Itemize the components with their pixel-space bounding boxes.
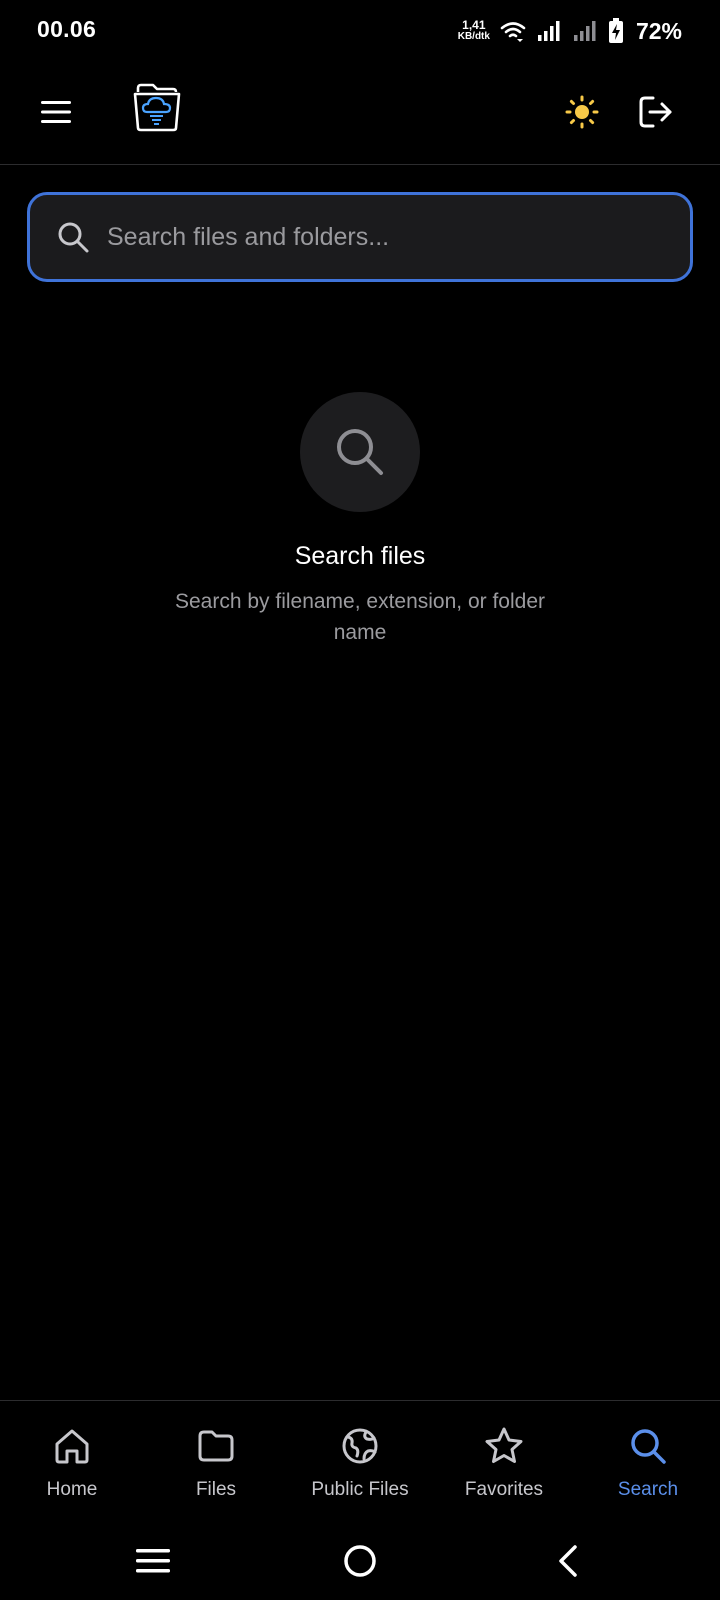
- home-system-button[interactable]: [335, 1536, 385, 1586]
- cloud-folder-logo: [133, 83, 181, 132]
- wifi-icon: [500, 22, 526, 42]
- home-icon: [55, 1429, 89, 1464]
- sun-icon: [565, 95, 599, 129]
- recents-button[interactable]: [128, 1536, 178, 1586]
- nav-label-search: Search: [617, 1479, 679, 1500]
- menu-button[interactable]: [34, 90, 78, 134]
- empty-state-subtitle: Search by filename, extension, or folder…: [174, 590, 546, 644]
- search-input[interactable]: [107, 207, 670, 267]
- menu-icon: [41, 101, 71, 123]
- signal-2-icon: [573, 21, 596, 41]
- app-bar: [0, 64, 720, 165]
- empty-state-title: Search files: [294, 542, 426, 570]
- nav-item-favorites[interactable]: Favorites: [432, 1401, 576, 1524]
- battery-charging-icon: [608, 18, 623, 43]
- network-speed: 1,41 KB/dtk: [457, 18, 490, 42]
- home-circle-icon: [344, 1545, 376, 1577]
- signal-icon: [537, 21, 560, 41]
- nav-label-files: Files: [195, 1479, 237, 1500]
- system-navigation-bar: [0, 1524, 720, 1600]
- nav-item-public-files[interactable]: Public Files: [288, 1401, 432, 1524]
- nav-label-public-files: Public Files: [311, 1479, 409, 1500]
- logout-icon: [639, 96, 672, 128]
- network-speed-value: 1,41: [462, 18, 486, 32]
- nav-item-files[interactable]: Files: [144, 1401, 288, 1524]
- search-icon: [631, 1429, 666, 1464]
- network-speed-unit: KB/dtk: [457, 31, 490, 42]
- back-icon: [559, 1545, 577, 1577]
- theme-toggle-button[interactable]: [560, 90, 604, 134]
- status-icons: 1,41 KB/dtk 72%: [458, 14, 682, 48]
- search-bar: [27, 192, 693, 282]
- logout-button[interactable]: [634, 90, 678, 134]
- search-icon: [337, 429, 383, 475]
- empty-state-icon-circle: [300, 392, 420, 512]
- nav-label-favorites: Favorites: [464, 1479, 544, 1500]
- nav-label-home: Home: [46, 1479, 98, 1500]
- nav-item-home[interactable]: Home: [0, 1401, 144, 1524]
- recents-icon: [136, 1549, 170, 1573]
- folder-icon: [198, 1430, 234, 1462]
- star-icon: [485, 1427, 523, 1463]
- globe-icon: [342, 1428, 378, 1464]
- nav-item-search[interactable]: Search: [576, 1401, 720, 1524]
- back-button[interactable]: [543, 1536, 593, 1586]
- bottom-navigation: Home Files Public Files Favorites Search: [0, 1400, 720, 1524]
- status-time: 00.06: [37, 16, 97, 42]
- search-icon: [58, 222, 89, 253]
- status-bar: 00.06 1,41 KB/dtk 72%: [0, 0, 720, 64]
- battery-percent: 72%: [635, 17, 682, 44]
- screen: 00.06 1,41 KB/dtk 72% Search files and f…: [0, 0, 720, 1600]
